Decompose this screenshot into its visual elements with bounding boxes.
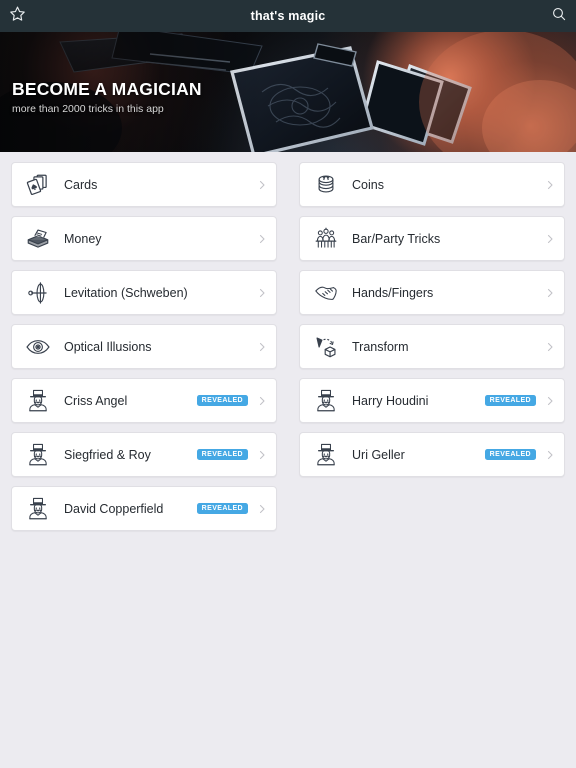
chevron-right-icon [256,395,268,407]
category-row[interactable]: Siegfried & Roy REVEALED [11,432,277,477]
category-row[interactable]: Uri Geller REVEALED [299,432,565,477]
app-title: that's magic [250,9,326,23]
money-bills-icon [23,224,53,254]
hero-banner[interactable]: BECOME A MAGICIAN more than 2000 tricks … [0,32,576,152]
category-row[interactable]: Levitation (Schweben) [11,270,277,315]
chevron-right-icon [544,179,556,191]
category-grid: Cards Coins Money Bar/Party Tricks Levitatio… [0,152,576,531]
chevron-right-icon [256,287,268,299]
magician-icon [23,386,53,416]
coins-stack-icon [311,170,341,200]
playing-cards-icon [23,170,53,200]
magician-icon [23,494,53,524]
category-row[interactable]: Optical Illusions [11,324,277,369]
revealed-badge: REVEALED [196,394,248,407]
chevron-right-icon [256,233,268,245]
hero-subtitle: more than 2000 tricks in this app [12,103,164,116]
magician-icon [23,440,53,470]
category-label: Transform [352,339,409,354]
magician-icon [311,386,341,416]
levitation-icon [23,278,53,308]
revealed-badge: REVEALED [196,502,248,515]
chevron-right-icon [256,341,268,353]
hero-title: BECOME A MAGICIAN [12,79,202,99]
star-icon [9,5,26,27]
revealed-badge: REVEALED [484,448,536,461]
category-row[interactable]: Transform [299,324,565,369]
revealed-badge: REVEALED [196,448,248,461]
category-row[interactable]: Hands/Fingers [299,270,565,315]
favorite-button[interactable] [9,0,26,32]
category-row[interactable]: Coins [299,162,565,207]
category-label: Levitation (Schweben) [64,285,188,300]
handshake-icon [311,278,341,308]
top-bar: that's magic [0,0,576,32]
category-row[interactable]: Money [11,216,277,261]
category-label: Hands/Fingers [352,285,434,300]
category-label: Optical Illusions [64,339,152,354]
category-label: Coins [352,177,384,192]
chevron-right-icon [256,449,268,461]
chevron-right-icon [544,287,556,299]
magician-icon [311,440,341,470]
category-row[interactable]: Cards [11,162,277,207]
revealed-badge: REVEALED [484,394,536,407]
transform-cube-icon [311,332,341,362]
chevron-right-icon [544,395,556,407]
people-group-icon [311,224,341,254]
category-label: Money [64,231,102,246]
category-label: Cards [64,177,98,192]
category-label: David Copperfield [64,501,164,516]
search-button[interactable] [551,0,567,32]
category-label: Uri Geller [352,447,405,462]
chevron-right-icon [544,233,556,245]
category-row[interactable]: Bar/Party Tricks [299,216,565,261]
chevron-right-icon [544,449,556,461]
chevron-right-icon [256,503,268,515]
category-row[interactable]: Harry Houdini REVEALED [299,378,565,423]
category-label: Criss Angel [64,393,128,408]
category-row[interactable]: Criss Angel REVEALED [11,378,277,423]
chevron-right-icon [256,179,268,191]
category-label: Bar/Party Tricks [352,231,441,246]
eye-icon [23,332,53,362]
chevron-right-icon [544,341,556,353]
search-icon [551,6,567,27]
category-row[interactable]: David Copperfield REVEALED [11,486,277,531]
category-label: Siegfried & Roy [64,447,151,462]
category-label: Harry Houdini [352,393,429,408]
